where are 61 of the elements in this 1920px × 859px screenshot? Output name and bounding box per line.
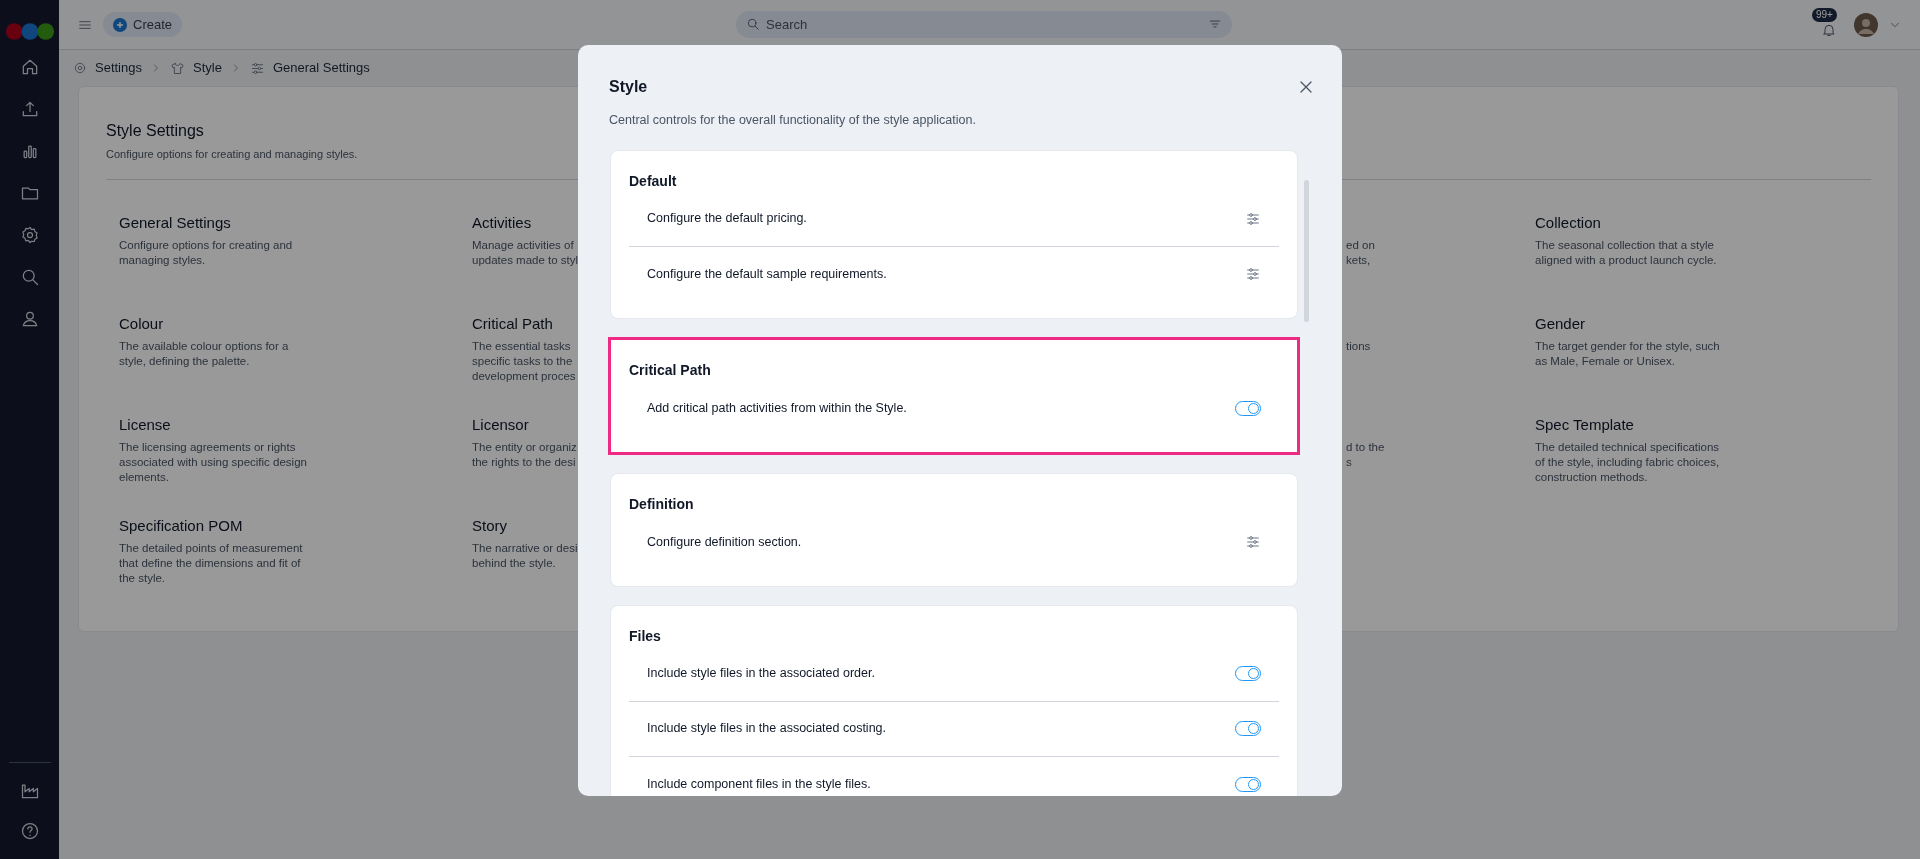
section-title: Definition	[629, 494, 695, 514]
breadcrumb-link[interactable]: Settings	[95, 58, 142, 78]
settings-card-description: The target gender for the style, such as Male, Female or Unisex.	[1535, 338, 1720, 369]
sliders-icon	[1245, 210, 1261, 227]
panel-subtitle: Configure options for creating and managing styles.	[106, 147, 358, 162]
search-field[interactable]: Search	[736, 11, 1232, 38]
breadcrumb-link[interactable]: General Settings	[272, 58, 370, 78]
settings-card-title[interactable]: Critical Path	[472, 312, 553, 335]
filter-icon	[1208, 17, 1222, 31]
scrollbar[interactable]	[1304, 179, 1309, 322]
setting-label: Configure the default sample requirements.	[647, 265, 887, 283]
configure-button[interactable]	[1245, 210, 1261, 227]
dialog-title: Style	[609, 77, 648, 97]
settings-card-title[interactable]: Specification POM	[119, 514, 243, 537]
notification-badge: 99+	[1812, 7, 1837, 22]
sliders-icon	[1245, 266, 1261, 283]
configure-button[interactable]	[1245, 534, 1261, 551]
settings-card-description: The detailed technical specifications of the style, including fabric choices, construction methods.	[1535, 439, 1720, 485]
search-icon	[746, 17, 760, 31]
setting-label: Include style files in the associated order.	[647, 665, 875, 683]
sliders-icon	[1245, 534, 1261, 551]
section-title: Default	[629, 171, 678, 191]
plus-icon	[113, 17, 127, 32]
setting-label: Configure definition section.	[647, 533, 802, 551]
settings-card-description: The detailed points of measurement that define the dimensions and fit of the style.	[119, 540, 303, 586]
avatar[interactable]	[1854, 12, 1878, 37]
shirt-icon	[170, 60, 185, 76]
setting-label: Include style files in the associated costing.	[647, 720, 887, 738]
setting-label: Configure the default pricing.	[647, 210, 807, 228]
panel-title: Style Settings	[106, 121, 204, 141]
settings-card-description: The seasonal collection that a style aligned with a product launch cycle.	[1535, 237, 1717, 268]
settings-card-description: The entity or organiz the rights to the desi	[472, 439, 577, 470]
settings-card-title[interactable]: Activities	[472, 211, 532, 234]
settings-card-title[interactable]: Gender	[1535, 312, 1586, 335]
settings-card-description: The narrative or desi behind the style.	[472, 540, 578, 571]
settings-card-title[interactable]: License	[119, 413, 171, 436]
create-button[interactable]: Create	[103, 12, 183, 37]
setting-label: Add critical path activities from within the Style.	[647, 399, 907, 417]
settings-card-description: ed on kets,	[1346, 237, 1375, 268]
settings-card-description: tions	[1346, 338, 1371, 354]
settings-card-description: Manage activities of updates made to styl	[472, 237, 579, 268]
settings-card-title[interactable]: Collection	[1535, 211, 1601, 234]
configure-button[interactable]	[1245, 266, 1261, 283]
settings-card-title[interactable]: General Settings	[119, 211, 231, 234]
settings-card-title[interactable]: Spec Template	[1535, 413, 1634, 436]
section-title: Critical Path	[629, 360, 712, 380]
setting-label: Include component files in the style files.	[647, 775, 871, 793]
settings-card-description: Configure options for creating and managing styles.	[119, 237, 293, 268]
dialog-description: Central controls for the overall functionality of the style application.	[608, 112, 977, 129]
logo-icon	[4, 22, 55, 41]
sliders-icon	[249, 60, 265, 76]
section-title: Files	[629, 626, 662, 646]
settings-card-description: d to the s	[1346, 439, 1385, 470]
breadcrumb-link[interactable]: Style	[193, 58, 222, 78]
settings-card-description: The licensing agreements or rights associated with using specific design elements.	[119, 439, 307, 485]
settings-card-title[interactable]: Story	[472, 514, 507, 537]
settings-card-title[interactable]: Licensor	[472, 413, 529, 436]
settings-card-description: The essential tasks specific tasks to the development proces	[472, 338, 576, 384]
settings-card-description: The available colour options for a style, defining the palette.	[119, 338, 289, 369]
help-icon	[19, 821, 40, 841]
settings-card-title[interactable]: Colour	[119, 312, 164, 335]
